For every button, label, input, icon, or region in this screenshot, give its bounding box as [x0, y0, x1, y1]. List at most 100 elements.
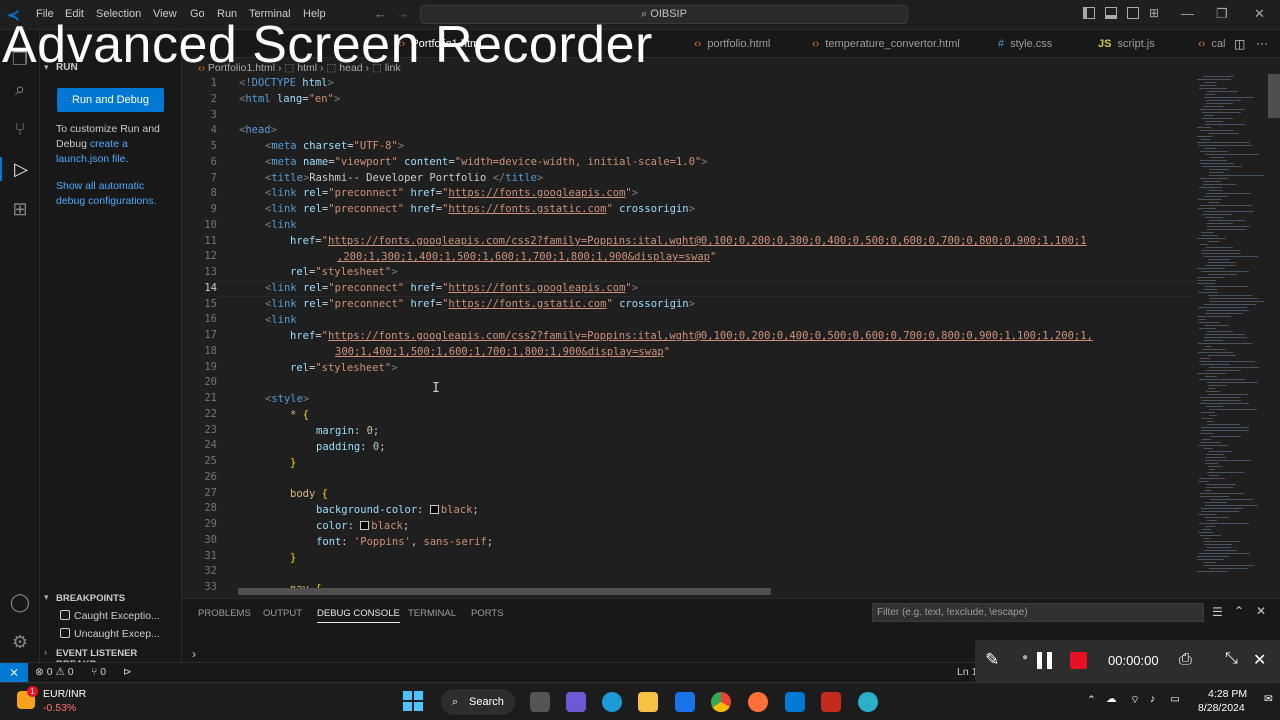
more-actions-icon[interactable]: ··· — [1256, 36, 1268, 50]
volume-icon[interactable]: ♪ — [1150, 693, 1155, 705]
run-and-debug-button[interactable]: Run and Debug — [57, 88, 164, 112]
teams-chat-icon[interactable] — [566, 692, 586, 712]
minimap[interactable] — [1195, 74, 1267, 594]
stop-record-button[interactable] — [1070, 652, 1087, 669]
file-explorer-icon[interactable] — [638, 692, 658, 712]
task-view-icon[interactable] — [530, 692, 550, 712]
edge-dev-icon[interactable] — [858, 692, 878, 712]
weather-icon[interactable]: ☁ — [1106, 693, 1117, 705]
code-line: <head> — [239, 124, 277, 136]
line-number: 15 — [204, 297, 217, 310]
tab-script-js[interactable]: JS script.js — [1098, 38, 1155, 50]
tab-temperature-convertor[interactable]: ‹› temperature_convertor.html — [812, 38, 960, 50]
minimap-line — [1202, 349, 1226, 350]
code-editor[interactable]: 1 2 3 4 5 6 7 8 9 10 11 12 13 14 15 16 17 18 19 20 21 22 23 24 2… — [182, 74, 1280, 598]
show-automatic-configs-link[interactable]: Show all automatic debug configurations. — [56, 179, 174, 209]
problems-status[interactable]: ⊗ 0 ⚠ 0 — [35, 666, 74, 678]
search-icon: ⌕ — [452, 696, 459, 708]
color-swatch[interactable] — [360, 521, 370, 530]
minimap-line — [1205, 286, 1249, 287]
windows-taskbar: 1 EUR/INR -0.53% ⌕ Search ⌃ ☁ ⌔ ♪ ▭ 4:28 … — [0, 682, 1280, 720]
gear-icon[interactable]: ⚙ — [8, 630, 32, 654]
pause-icon[interactable] — [1037, 652, 1042, 669]
ticker-symbol[interactable]: EUR/INR — [43, 688, 86, 700]
mail-icon[interactable] — [675, 692, 695, 712]
checkbox-box[interactable] — [60, 628, 70, 638]
toggle-sidebar-icon[interactable] — [1083, 7, 1095, 19]
caught-exceptions-checkbox[interactable]: Caught Exceptio... — [60, 610, 160, 622]
minimap-line — [1207, 472, 1245, 473]
extensions-icon[interactable]: ⊞ — [8, 197, 32, 221]
debug-launch-icon[interactable]: ⊳ — [123, 666, 132, 678]
minimap-line — [1200, 205, 1253, 206]
chevron-up-icon[interactable]: ⌃ — [1087, 694, 1096, 706]
minimap-line — [1201, 430, 1250, 431]
firefox-icon[interactable] — [748, 692, 768, 712]
pen-icon[interactable]: ✎ — [985, 650, 999, 670]
run-debug-icon[interactable]: ▷ — [0, 157, 40, 181]
tab-cal[interactable]: ‹› cal — [1198, 38, 1225, 50]
minimap-line — [1210, 436, 1241, 437]
tab-problems[interactable]: PROBLEMS — [198, 608, 251, 619]
tab-output[interactable]: OUTPUT — [263, 608, 302, 619]
close-button[interactable]: ✕ — [1254, 6, 1265, 22]
close-panel-icon[interactable]: ✕ — [1256, 604, 1266, 618]
minimize-button[interactable]: — — [1181, 6, 1194, 21]
taskbar-search[interactable]: ⌕ Search — [441, 689, 515, 715]
tab-debug-console[interactable]: DEBUG CONSOLE — [317, 608, 400, 623]
battery-icon[interactable]: ▭ — [1170, 693, 1180, 705]
minimap-line — [1199, 478, 1226, 479]
vertical-scrollbar[interactable] — [1268, 74, 1280, 118]
tab-portfolio[interactable]: ‹› portfolio.html — [694, 38, 770, 50]
debug-console-filter-input[interactable]: Filter (e.g. text, !exclude, \escape) — [872, 603, 1204, 622]
minimap-line — [1208, 388, 1216, 389]
horizontal-scrollbar[interactable] — [238, 588, 771, 595]
chevron-up-icon[interactable]: ⌃ — [1234, 604, 1244, 618]
line-number: 31 — [204, 549, 217, 562]
tab-ports[interactable]: PORTS — [471, 608, 504, 619]
toggle-secondary-sidebar-icon[interactable] — [1127, 7, 1139, 19]
screen-recorder-icon[interactable] — [821, 692, 841, 712]
chevron-down-icon[interactable]: ▾ — [44, 592, 49, 603]
minimap-line — [1198, 208, 1216, 209]
collapse-icon[interactable]: ⤡ — [1225, 650, 1238, 668]
checkbox-box[interactable] — [60, 610, 70, 620]
breakpoints-header[interactable]: BREAKPOINTS — [56, 593, 125, 604]
html-file-icon: ‹› — [1198, 38, 1206, 50]
chevron-right-icon[interactable]: › — [44, 647, 47, 657]
minimap-line — [1202, 400, 1242, 401]
tab-terminal[interactable]: TERMINAL — [408, 608, 456, 619]
minimap-line — [1197, 316, 1231, 317]
search-icon[interactable]: ⌕ — [8, 77, 32, 101]
wifi-icon[interactable]: ⌔ — [1130, 693, 1140, 707]
pause-icon[interactable] — [1047, 652, 1052, 669]
vscode-taskbar-icon[interactable] — [785, 692, 805, 712]
chevron-right-icon[interactable]: › — [192, 647, 196, 661]
uncaught-exceptions-checkbox[interactable]: Uncaught Excep... — [60, 628, 160, 640]
minimap-line — [1209, 568, 1249, 569]
notifications-icon[interactable]: ✉ — [1264, 693, 1273, 705]
account-icon[interactable]: ◯ — [8, 590, 32, 614]
customize-layout-icon[interactable]: ⊞ — [1149, 6, 1159, 20]
source-control-icon[interactable]: ⑂ — [8, 117, 32, 141]
toggle-panel-icon[interactable] — [1105, 7, 1117, 19]
minimap-line — [1198, 481, 1210, 482]
remote-indicator-icon[interactable]: ⨯ — [0, 663, 28, 682]
close-recorder-icon[interactable]: ✕ — [1253, 650, 1266, 670]
ports-status[interactable]: ⑂ 0 — [91, 666, 106, 678]
camera-icon[interactable]: ⎙ — [1179, 651, 1192, 669]
edge-browser-icon[interactable] — [602, 692, 622, 712]
clock-time[interactable]: 4:28 PM — [1208, 688, 1247, 700]
minimap-line — [1203, 184, 1237, 185]
clock-date[interactable]: 8/28/2024 — [1198, 702, 1245, 714]
line-number: 33 — [204, 581, 217, 593]
chrome-icon[interactable] — [711, 692, 731, 712]
tab-style-css[interactable]: # style.css — [998, 38, 1052, 50]
split-editor-icon[interactable]: ◫ — [1234, 37, 1245, 51]
minimap-line — [1207, 229, 1246, 230]
minimap-line — [1203, 538, 1211, 539]
list-icon[interactable]: ☰ — [1212, 605, 1223, 619]
restore-button[interactable]: ❐ — [1216, 6, 1228, 22]
start-windows-icon[interactable] — [403, 691, 423, 711]
color-swatch[interactable] — [429, 505, 439, 514]
